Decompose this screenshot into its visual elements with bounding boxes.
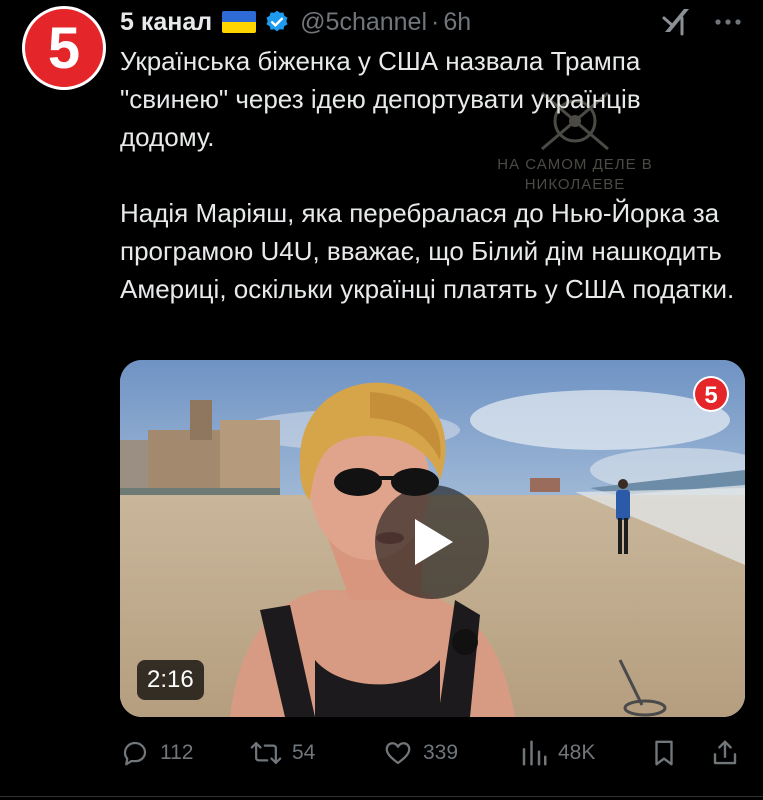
- share-icon: [713, 740, 737, 765]
- author-name[interactable]: 5 канал: [120, 8, 212, 37]
- verified-badge-icon: [264, 9, 290, 35]
- 5-channel-logo: 5: [23, 7, 105, 89]
- avatar[interactable]: 5: [22, 6, 106, 90]
- repost-button[interactable]: 54: [250, 733, 315, 773]
- bookmark-button[interactable]: [650, 733, 678, 773]
- tweet-header: 5 канал @5channel · 6h: [120, 6, 471, 38]
- video-channel-logo: 5: [693, 376, 729, 412]
- share-button[interactable]: [710, 733, 740, 773]
- views-icon: [522, 740, 547, 766]
- bookmark-icon: [655, 740, 673, 766]
- play-icon: [415, 519, 453, 565]
- ukraine-flag-icon: [222, 11, 257, 33]
- more-icon[interactable]: [710, 12, 746, 32]
- separator-dot: ·: [431, 7, 440, 36]
- heart-icon: [385, 742, 411, 765]
- reply-count: 112: [160, 741, 194, 764]
- tweet-text: Українська біженка у США назвала Трампа …: [120, 42, 740, 308]
- video-duration: 2:16: [137, 660, 204, 700]
- action-bar: 112 54 339 48K: [120, 733, 745, 773]
- reply-button[interactable]: 112: [120, 733, 193, 773]
- grok-icon[interactable]: [660, 4, 694, 38]
- svg-text:5: 5: [48, 16, 80, 81]
- like-button[interactable]: 339: [383, 733, 458, 773]
- author-handle[interactable]: @5channel: [300, 8, 427, 37]
- like-count: 339: [423, 741, 459, 764]
- views-button[interactable]: 48K: [520, 733, 595, 773]
- repost-icon: [250, 742, 282, 764]
- view-count: 48K: [558, 741, 596, 764]
- timestamp[interactable]: 6h: [443, 8, 471, 37]
- tweet-paragraph-1: Українська біженка у США назвала Трампа …: [120, 46, 641, 152]
- reply-icon: [123, 741, 147, 766]
- video-player[interactable]: 5 2:16: [120, 360, 745, 717]
- svg-text:5: 5: [704, 382, 717, 409]
- repost-count: 54: [292, 741, 316, 764]
- tweet-paragraph-2: Надія Маріяш, яка перебралася до Нью-Йор…: [120, 198, 735, 304]
- play-button[interactable]: [375, 485, 489, 599]
- divider: [0, 796, 763, 797]
